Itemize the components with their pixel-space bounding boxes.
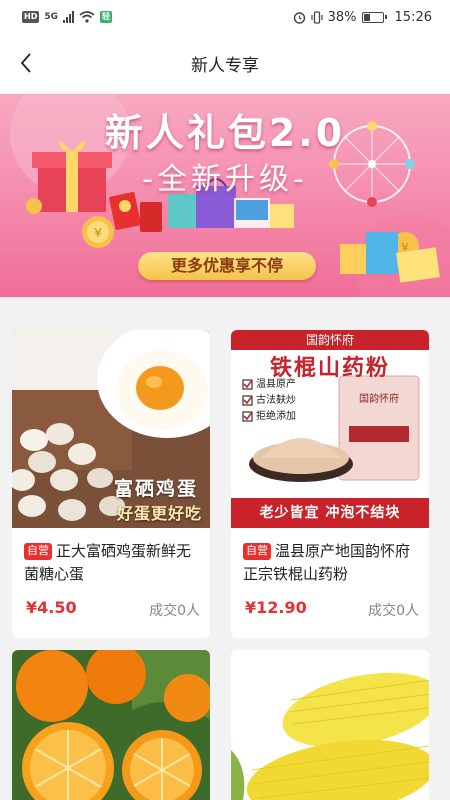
back-button[interactable]	[8, 43, 44, 83]
self-operated-tag: 自营	[243, 543, 271, 560]
yam-image-feature-2: 古法麸炒	[256, 395, 296, 406]
banner-more-button[interactable]: 更多优惠享不停	[138, 252, 316, 280]
nav-header: 新人专享	[0, 34, 450, 92]
product-image-corn	[231, 650, 429, 800]
egg-image-line1: 富硒鸡蛋	[113, 478, 198, 500]
product-card-yam-powder[interactable]: 国韵怀府 铁棍山药粉 温县原产 古法麸炒 拒绝添加 国韵怀府 老少皆宜 冲泡不结…	[231, 330, 429, 638]
yam-image-footer: 老少皆宜 冲泡不结块	[259, 505, 401, 521]
egg-image-line2: 好蛋更好吃	[116, 504, 202, 523]
self-operated-tag: 自营	[24, 543, 52, 560]
product-card-corn[interactable]	[231, 650, 429, 800]
corn-photo	[231, 650, 429, 800]
product-title-yam-powder: 自营 温县原产地国韵怀府正宗铁棍山药粉	[243, 540, 421, 586]
hd-badge: HD	[22, 11, 40, 23]
wifi-icon	[79, 11, 95, 23]
product-sold-count: 成交0人	[149, 603, 200, 619]
yam-image-brand: 国韵怀府	[305, 333, 354, 347]
banner-title: 新人礼包2.0	[104, 111, 346, 155]
battery-percent: 38%	[327, 9, 357, 25]
status-bar: HD 5G 轻 38% 15:26	[0, 0, 450, 34]
product-card-eggs[interactable]: 富硒鸡蛋 好蛋更好吃 自营 正大富硒鸡蛋新鲜无菌糖心蛋 ¥4.50 成交0人	[12, 330, 210, 638]
status-left: HD 5G 轻	[22, 11, 112, 23]
svg-text:¥: ¥	[94, 226, 102, 240]
product-image-eggs: 富硒鸡蛋 好蛋更好吃	[12, 330, 210, 528]
status-right: 38% 15:26	[293, 10, 432, 25]
app-notification-icon: 轻	[100, 11, 112, 23]
orange-photo	[12, 650, 210, 800]
yam-package-brand: 国韵怀府	[359, 394, 399, 405]
product-card-oranges[interactable]	[12, 650, 210, 800]
clock: 15:26	[394, 9, 432, 25]
product-title-eggs: 自营 正大富硒鸡蛋新鲜无菌糖心蛋	[24, 540, 202, 586]
promo-banner[interactable]: ¥ ¥ 新人礼包2.0 -全新升级- 更多优惠享不停	[0, 94, 450, 297]
alarm-icon	[293, 11, 305, 24]
product-price: ¥4.50	[26, 598, 77, 617]
battery-icon	[361, 11, 387, 23]
yam-image-feature-1: 温县原产	[256, 379, 296, 390]
product-image-oranges	[12, 650, 210, 800]
yam-image-headline: 铁棍山药粉	[269, 356, 390, 381]
vibrate-icon	[311, 10, 323, 24]
product-sold-count: 成交0人	[368, 603, 419, 619]
signal-icon	[63, 11, 74, 23]
yam-image-feature-3: 拒绝添加	[256, 411, 296, 422]
banner-subtitle: -全新升级-	[142, 162, 308, 197]
product-image-yam-powder: 国韵怀府 铁棍山药粉 温县原产 古法麸炒 拒绝添加 国韵怀府 老少皆宜 冲泡不结…	[231, 330, 429, 528]
product-price: ¥12.90	[245, 598, 307, 617]
chevron-left-icon	[20, 53, 31, 73]
page-title: 新人专享	[191, 55, 259, 76]
network-type: 5G	[44, 12, 58, 22]
